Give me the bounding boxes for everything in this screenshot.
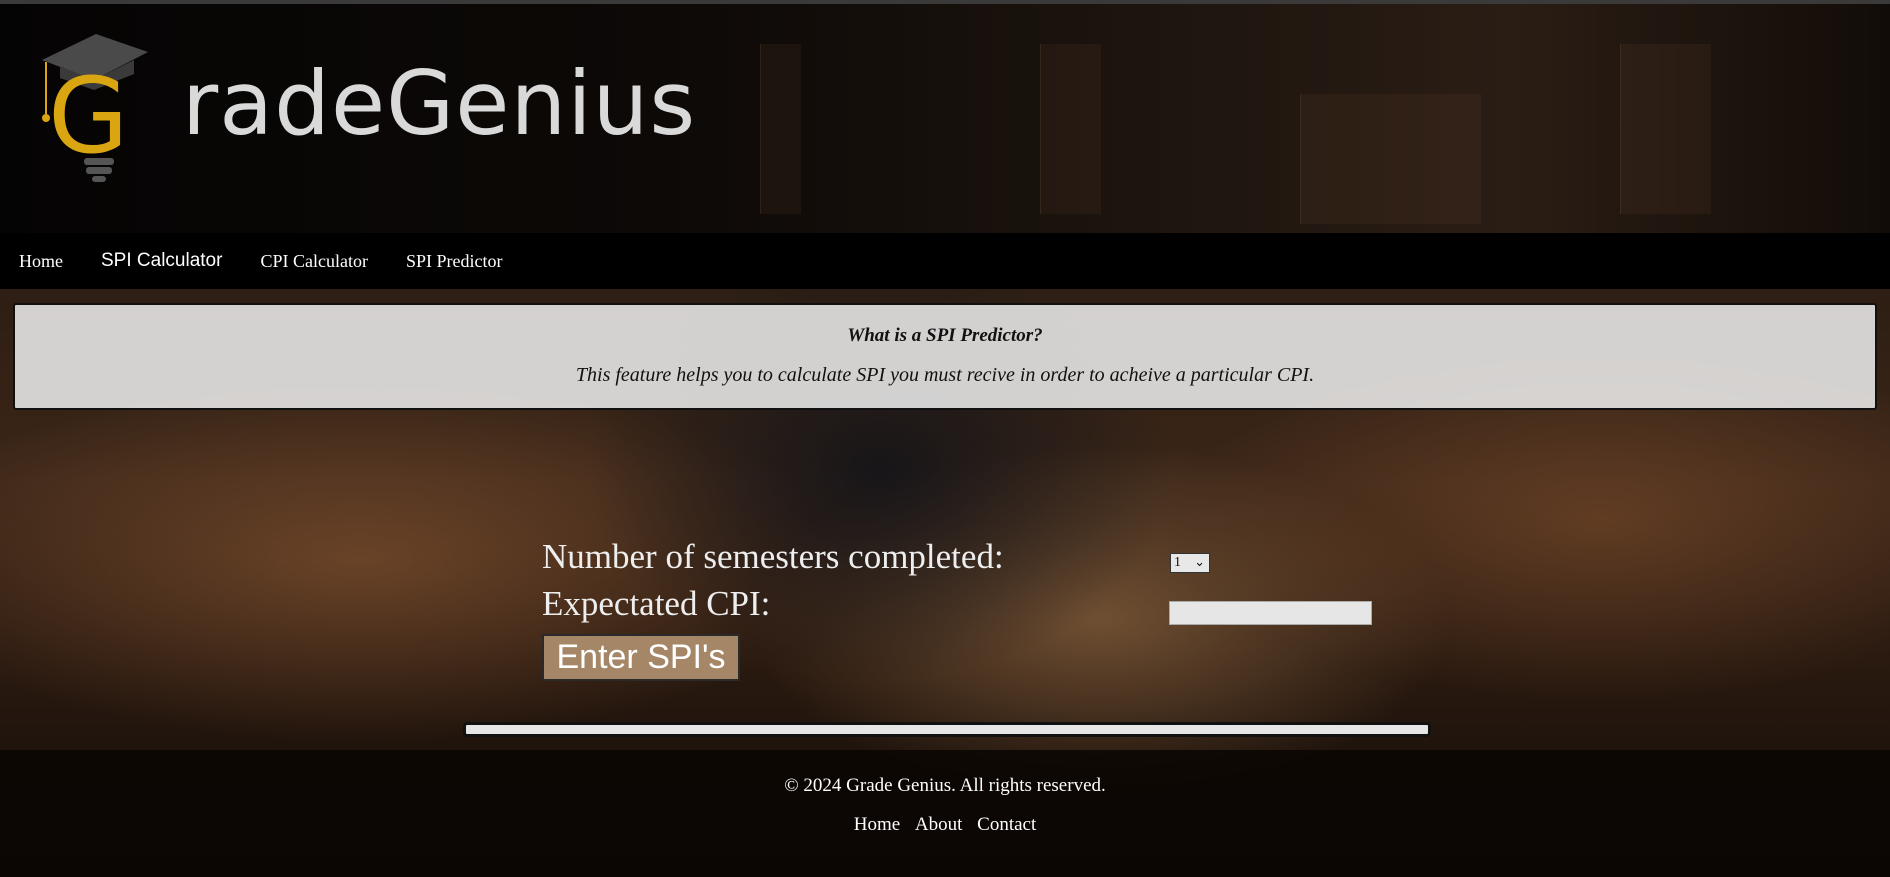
nav-home[interactable]: Home: [19, 251, 63, 272]
copyright-text: © 2024 Grade Genius. All rights reserved…: [784, 775, 1106, 796]
logo[interactable]: G radeGenius: [38, 22, 695, 192]
graduation-bulb-icon: G: [42, 34, 148, 182]
bg-book-spine: [1300, 94, 1481, 224]
footer-link-about[interactable]: About: [915, 814, 963, 835]
main-nav: Home SPI Calculator CPI Calculator SPI P…: [0, 233, 1890, 289]
footer-links: Home About Contact: [0, 814, 1890, 836]
header-banner: G radeGenius: [0, 4, 1890, 233]
semesters-select[interactable]: 1 ⌄: [1170, 553, 1210, 573]
bg-book-spine: [760, 44, 801, 214]
cpi-label: Expectated CPI:: [542, 584, 771, 623]
footer: © 2024 Grade Genius. All rights reserved…: [0, 750, 1890, 877]
info-description: This feature helps you to calculate SPI …: [575, 364, 1315, 386]
footer-link-home[interactable]: Home: [854, 814, 900, 835]
info-panel: What is a SPI Predictor? This feature he…: [13, 303, 1877, 410]
nav-spi-predictor[interactable]: SPI Predictor: [406, 251, 503, 272]
enter-spis-button[interactable]: Enter SPI's: [542, 634, 740, 681]
result-bar: [463, 722, 1431, 737]
nav-spi-calculator[interactable]: SPI Calculator: [101, 250, 222, 272]
semesters-select-value: 1: [1174, 555, 1181, 570]
semesters-label: Number of semesters completed:: [542, 537, 1004, 576]
expected-cpi-input[interactable]: [1169, 601, 1372, 625]
nav-cpi-calculator[interactable]: CPI Calculator: [260, 251, 367, 272]
bg-book-spine: [1040, 44, 1101, 214]
logo-text: radeGenius: [182, 52, 697, 155]
info-title: What is a SPI Predictor?: [847, 325, 1043, 346]
footer-link-contact[interactable]: Contact: [977, 814, 1036, 835]
chevron-down-icon: ⌄: [1194, 554, 1205, 569]
bg-book-spine: [1620, 44, 1711, 214]
